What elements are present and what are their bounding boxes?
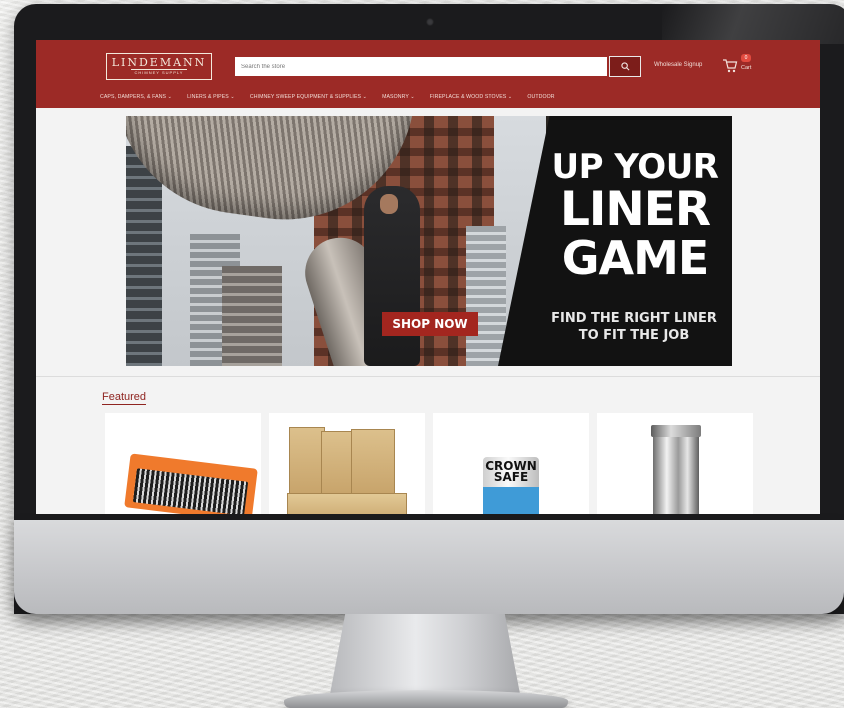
firebrick-image bbox=[287, 493, 407, 514]
nav-item-chimney-sweep[interactable]: CHIMNEY SWEEP EQUIPMENT & SUPPLIES ⌄ bbox=[250, 94, 367, 104]
product-card[interactable]: CROWN SAFE bbox=[433, 413, 589, 514]
cart-icon bbox=[723, 59, 738, 73]
tool-kit-tools bbox=[132, 468, 249, 514]
search-button[interactable] bbox=[609, 56, 641, 77]
nav-item-caps-dampers-fans[interactable]: CAPS, DAMPERS, & FANS ⌄ bbox=[100, 94, 172, 104]
building bbox=[222, 266, 282, 366]
cart-label: Cart bbox=[741, 65, 752, 71]
bezel-reflection bbox=[662, 4, 844, 44]
cart-count-badge: 0 bbox=[741, 54, 751, 62]
search-input[interactable] bbox=[235, 57, 607, 76]
chimney-pipe-image bbox=[653, 427, 699, 514]
hero-headline-line1: UP YOUR bbox=[551, 147, 719, 187]
worker-face bbox=[380, 194, 398, 214]
featured-heading[interactable]: Featured bbox=[102, 391, 147, 405]
camera-icon bbox=[426, 18, 434, 26]
chimney-pipe-collar bbox=[651, 425, 701, 437]
nav-item-fireplace-wood-stoves[interactable]: FIREPLACE & WOOD STOVES ⌄ bbox=[430, 94, 513, 104]
can-label: CROWN SAFE bbox=[483, 460, 539, 484]
main-nav: CAPS, DAMPERS, & FANS ⌄ LINERS & PIPES ⌄… bbox=[100, 94, 555, 104]
monitor-stand bbox=[330, 614, 520, 694]
hero-subtitle-line1: FIND THE RIGHT LINER bbox=[551, 311, 717, 326]
hero-subtitle: FIND THE RIGHT LINER TO FIT THE JOB bbox=[536, 310, 732, 344]
cart-button[interactable]: 0 Cart bbox=[722, 54, 758, 78]
hero-headline-line3: GAME bbox=[561, 231, 710, 285]
search-icon bbox=[620, 62, 629, 71]
logo-subtext: CHIMNEY SUPPLY bbox=[130, 69, 188, 76]
section-divider bbox=[36, 376, 820, 377]
hero-headline-line2: LINER bbox=[559, 182, 711, 237]
product-card[interactable] bbox=[269, 413, 425, 514]
shop-now-button[interactable]: SHOP NOW bbox=[382, 312, 478, 336]
can-label-band bbox=[483, 487, 539, 514]
firebrick-image bbox=[351, 429, 395, 497]
sealant-can-image: CROWN SAFE bbox=[483, 457, 539, 514]
nav-item-masonry[interactable]: MASONRY ⌄ bbox=[382, 94, 415, 104]
monitor-stand-base bbox=[284, 690, 568, 708]
hero-headline: UP YOUR LINER GAME bbox=[550, 150, 720, 281]
hero-photo bbox=[126, 116, 546, 366]
can-label-line2: SAFE bbox=[493, 470, 529, 484]
site-logo[interactable]: LINDEMANN CHIMNEY SUPPLY bbox=[106, 53, 212, 80]
firebrick-image bbox=[289, 427, 325, 497]
hero-banner[interactable]: UP YOUR LINER GAME FIND THE RIGHT LINER … bbox=[126, 116, 732, 366]
site-header: LINDEMANN CHIMNEY SUPPLY Wholesale Signu… bbox=[36, 40, 820, 108]
product-card[interactable] bbox=[105, 413, 261, 514]
building bbox=[466, 226, 506, 366]
wholesale-signup-link[interactable]: Wholesale Signup bbox=[654, 62, 702, 68]
tool-kit-image bbox=[124, 453, 258, 514]
nav-item-liners-pipes[interactable]: LINERS & PIPES ⌄ bbox=[187, 94, 235, 104]
product-card[interactable] bbox=[597, 413, 753, 514]
nav-item-outdoor[interactable]: OUTDOOR bbox=[527, 94, 554, 104]
logo-text: LINDEMANN bbox=[111, 56, 207, 69]
featured-products: CROWN SAFE bbox=[105, 413, 753, 514]
hero-subtitle-line2: TO FIT THE JOB bbox=[578, 328, 690, 343]
monitor-chin bbox=[14, 520, 844, 614]
website-screen: LINDEMANN CHIMNEY SUPPLY Wholesale Signu… bbox=[36, 40, 820, 514]
